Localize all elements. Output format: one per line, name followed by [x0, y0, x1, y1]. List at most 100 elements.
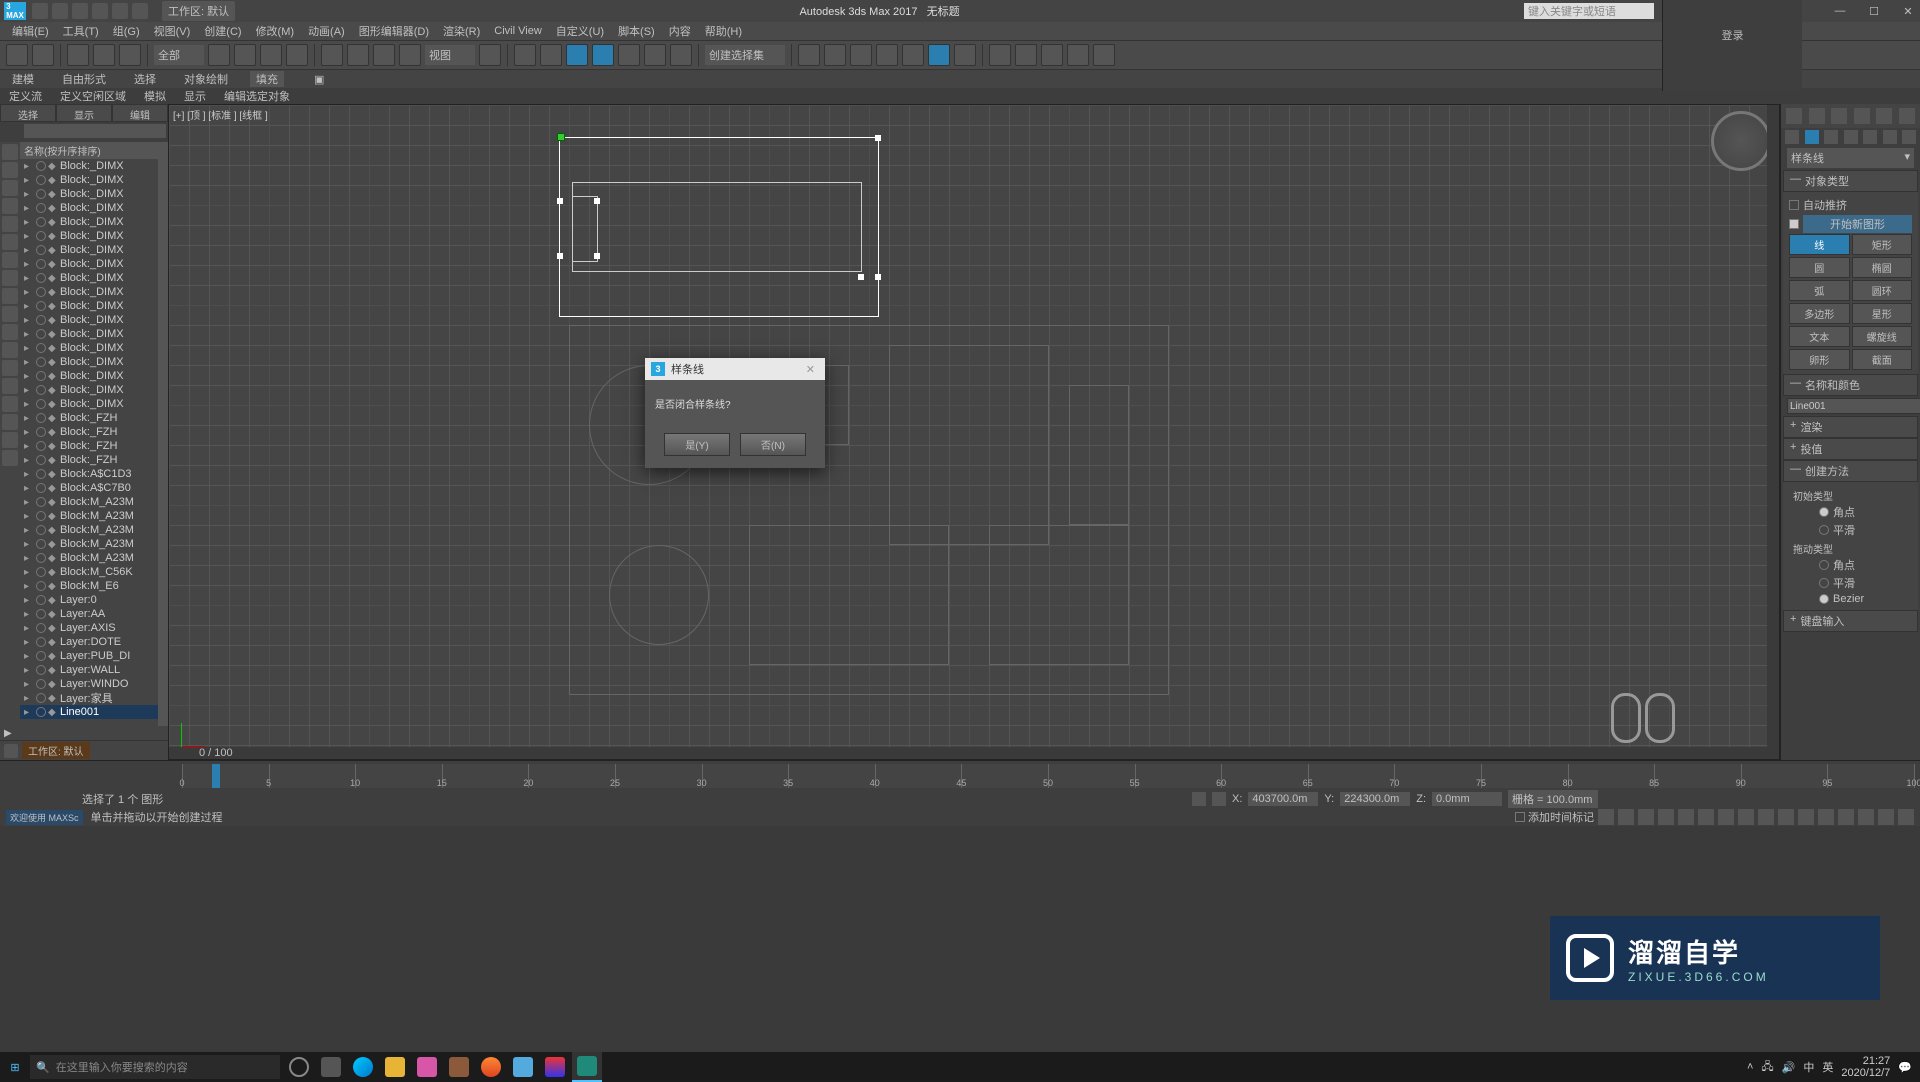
tree-item[interactable]: ▸◆Block:_DIMX: [20, 271, 168, 285]
tray-volume-icon[interactable]: 🔊: [1782, 1061, 1796, 1074]
menu-script[interactable]: 脚本(S): [612, 23, 661, 39]
tree-item[interactable]: ▸◆Block:_DIMX: [20, 243, 168, 257]
snap3d-icon[interactable]: [592, 44, 614, 66]
explorer-tab-edit[interactable]: 编辑: [112, 104, 168, 122]
drag-smooth-radio[interactable]: 平滑: [1789, 574, 1912, 592]
material-editor-icon[interactable]: [954, 44, 976, 66]
shape-button[interactable]: 截面: [1852, 349, 1913, 370]
display-tab-icon[interactable]: [1876, 108, 1892, 124]
nav-zoom-icon[interactable]: [1798, 809, 1814, 825]
task-app2[interactable]: [444, 1052, 474, 1082]
tree-item[interactable]: ▸◆Block:_DIMX: [20, 327, 168, 341]
explorer-ic-5[interactable]: [2, 216, 18, 232]
rollout-namecolor[interactable]: —名称和颜色: [1783, 374, 1918, 396]
tray-network-icon[interactable]: 🖧: [1761, 1058, 1773, 1077]
ribbon-cmd-flow[interactable]: 定义流: [6, 88, 45, 104]
minimize-button[interactable]: —: [1832, 5, 1848, 18]
explorer-ic-12[interactable]: [2, 342, 18, 358]
tree-item[interactable]: ▸◆Layer:0: [20, 593, 168, 607]
dialog-no-button[interactable]: 否(N): [740, 433, 806, 456]
play-icon[interactable]: [1678, 809, 1694, 825]
keyboard-icon[interactable]: [540, 44, 562, 66]
object-name-input[interactable]: [1787, 398, 1920, 414]
initial-corner-radio[interactable]: 角点: [1789, 503, 1912, 521]
render-icon[interactable]: [1041, 44, 1063, 66]
menu-render[interactable]: 渲染(R): [437, 23, 486, 39]
tree-item[interactable]: ▸◆Layer:AXIS: [20, 621, 168, 635]
select-name-icon[interactable]: [234, 44, 256, 66]
tree-item[interactable]: ▸◆Block:M_A23M: [20, 551, 168, 565]
tree-item[interactable]: ▸◆Block:A$C1D3: [20, 467, 168, 481]
time-tag-checkbox[interactable]: 添加时间标记: [1515, 809, 1594, 825]
utilities-tab-icon[interactable]: [1899, 108, 1915, 124]
snap-manip-icon[interactable]: [514, 44, 536, 66]
task-view[interactable]: [316, 1052, 346, 1082]
explorer-ic-17[interactable]: [2, 432, 18, 448]
redo-icon[interactable]: [32, 44, 54, 66]
named-selection-set[interactable]: 创建选择集: [705, 45, 785, 65]
menu-content[interactable]: 内容: [663, 23, 697, 39]
shape-button[interactable]: 多边形: [1789, 303, 1850, 324]
z-coord[interactable]: 0.0mm: [1432, 792, 1502, 806]
toggle-ribbon-icon[interactable]: [876, 44, 898, 66]
dialog-close-icon[interactable]: ✕: [802, 363, 819, 376]
tree-item[interactable]: ▸◆Block:_DIMX: [20, 201, 168, 215]
select-icon[interactable]: [208, 44, 230, 66]
setkey-icon[interactable]: [1618, 809, 1634, 825]
bind-icon[interactable]: [119, 44, 141, 66]
nav-maxtoggle-icon[interactable]: [1898, 809, 1914, 825]
explorer-ic-15[interactable]: [2, 396, 18, 412]
help-icon[interactable]: [1725, 75, 1741, 91]
menu-group[interactable]: 组(G): [107, 23, 146, 39]
explorer-expand-icon[interactable]: ▶: [4, 728, 12, 739]
tree-item[interactable]: ▸◆Block:_DIMX: [20, 215, 168, 229]
shape-button[interactable]: 文本: [1789, 326, 1850, 347]
scale-icon[interactable]: [373, 44, 395, 66]
space-cat-icon[interactable]: [1883, 130, 1897, 144]
qat-open-icon[interactable]: [52, 3, 68, 19]
ribbon-cmd-editsel[interactable]: 编辑选定对象: [221, 88, 293, 104]
tree-item[interactable]: ▸◆Block:_DIMX: [20, 257, 168, 271]
curve-editor-icon[interactable]: [902, 44, 924, 66]
lights-cat-icon[interactable]: [1824, 130, 1838, 144]
dialog-titlebar[interactable]: 3 样条线 ✕: [645, 358, 825, 380]
ref-coord-dropdown[interactable]: 视图: [425, 45, 475, 65]
rollout-interp[interactable]: +投值: [1783, 438, 1918, 460]
tree-item[interactable]: ▸◆Layer:家具: [20, 691, 168, 705]
systems-cat-icon[interactable]: [1902, 130, 1916, 144]
ribbon-tab-populate[interactable]: 填充: [250, 71, 284, 87]
steering-wheel-icon[interactable]: [1609, 693, 1709, 753]
explorer-ic-7[interactable]: [2, 252, 18, 268]
task-firefox[interactable]: [476, 1052, 506, 1082]
drag-bezier-radio[interactable]: Bezier: [1789, 592, 1912, 606]
ribbon-tab-modeling[interactable]: 建模: [6, 71, 40, 87]
isolate-icon[interactable]: [1758, 809, 1774, 825]
ribbon-tab-selection[interactable]: 选择: [128, 71, 162, 87]
lock-icon[interactable]: [1192, 792, 1206, 806]
tree-item[interactable]: ▸◆Block:_FZH: [20, 425, 168, 439]
pivot-icon[interactable]: [479, 44, 501, 66]
viewport-label[interactable]: [+] [顶 ] [标准 ] [线框 ]: [173, 107, 268, 122]
qat-undo-icon[interactable]: [92, 3, 108, 19]
menu-grapheditor[interactable]: 图形编辑器(D): [353, 23, 435, 39]
login-link[interactable]: 登录: [1722, 27, 1744, 43]
shape-button[interactable]: 椭圆: [1852, 257, 1913, 278]
shape-button[interactable]: 线: [1789, 234, 1850, 255]
menu-views[interactable]: 视图(V): [148, 23, 197, 39]
tree-item[interactable]: ▸◆Block:M_E6: [20, 579, 168, 593]
shape-button[interactable]: 弧: [1789, 280, 1850, 301]
x-coord[interactable]: 403700.0m: [1248, 792, 1318, 806]
explorer-ic-6[interactable]: [2, 234, 18, 250]
tray-ime-en[interactable]: 英: [1822, 1059, 1833, 1075]
ribbon-tab-freeform[interactable]: 自由形式: [56, 71, 112, 87]
window-cross-icon[interactable]: [286, 44, 308, 66]
tree-item[interactable]: ▸◆Line001: [20, 705, 168, 719]
hierarchy-tab-icon[interactable]: [1831, 108, 1847, 124]
a360-icon[interactable]: [1067, 44, 1089, 66]
create-tab-icon[interactable]: [1786, 108, 1802, 124]
mirror-icon[interactable]: [798, 44, 820, 66]
explorer-ic-14[interactable]: [2, 378, 18, 394]
render-frame-icon[interactable]: [1015, 44, 1037, 66]
qat-save-icon[interactable]: [72, 3, 88, 19]
tree-item[interactable]: ▸◆Block:M_A23M: [20, 537, 168, 551]
